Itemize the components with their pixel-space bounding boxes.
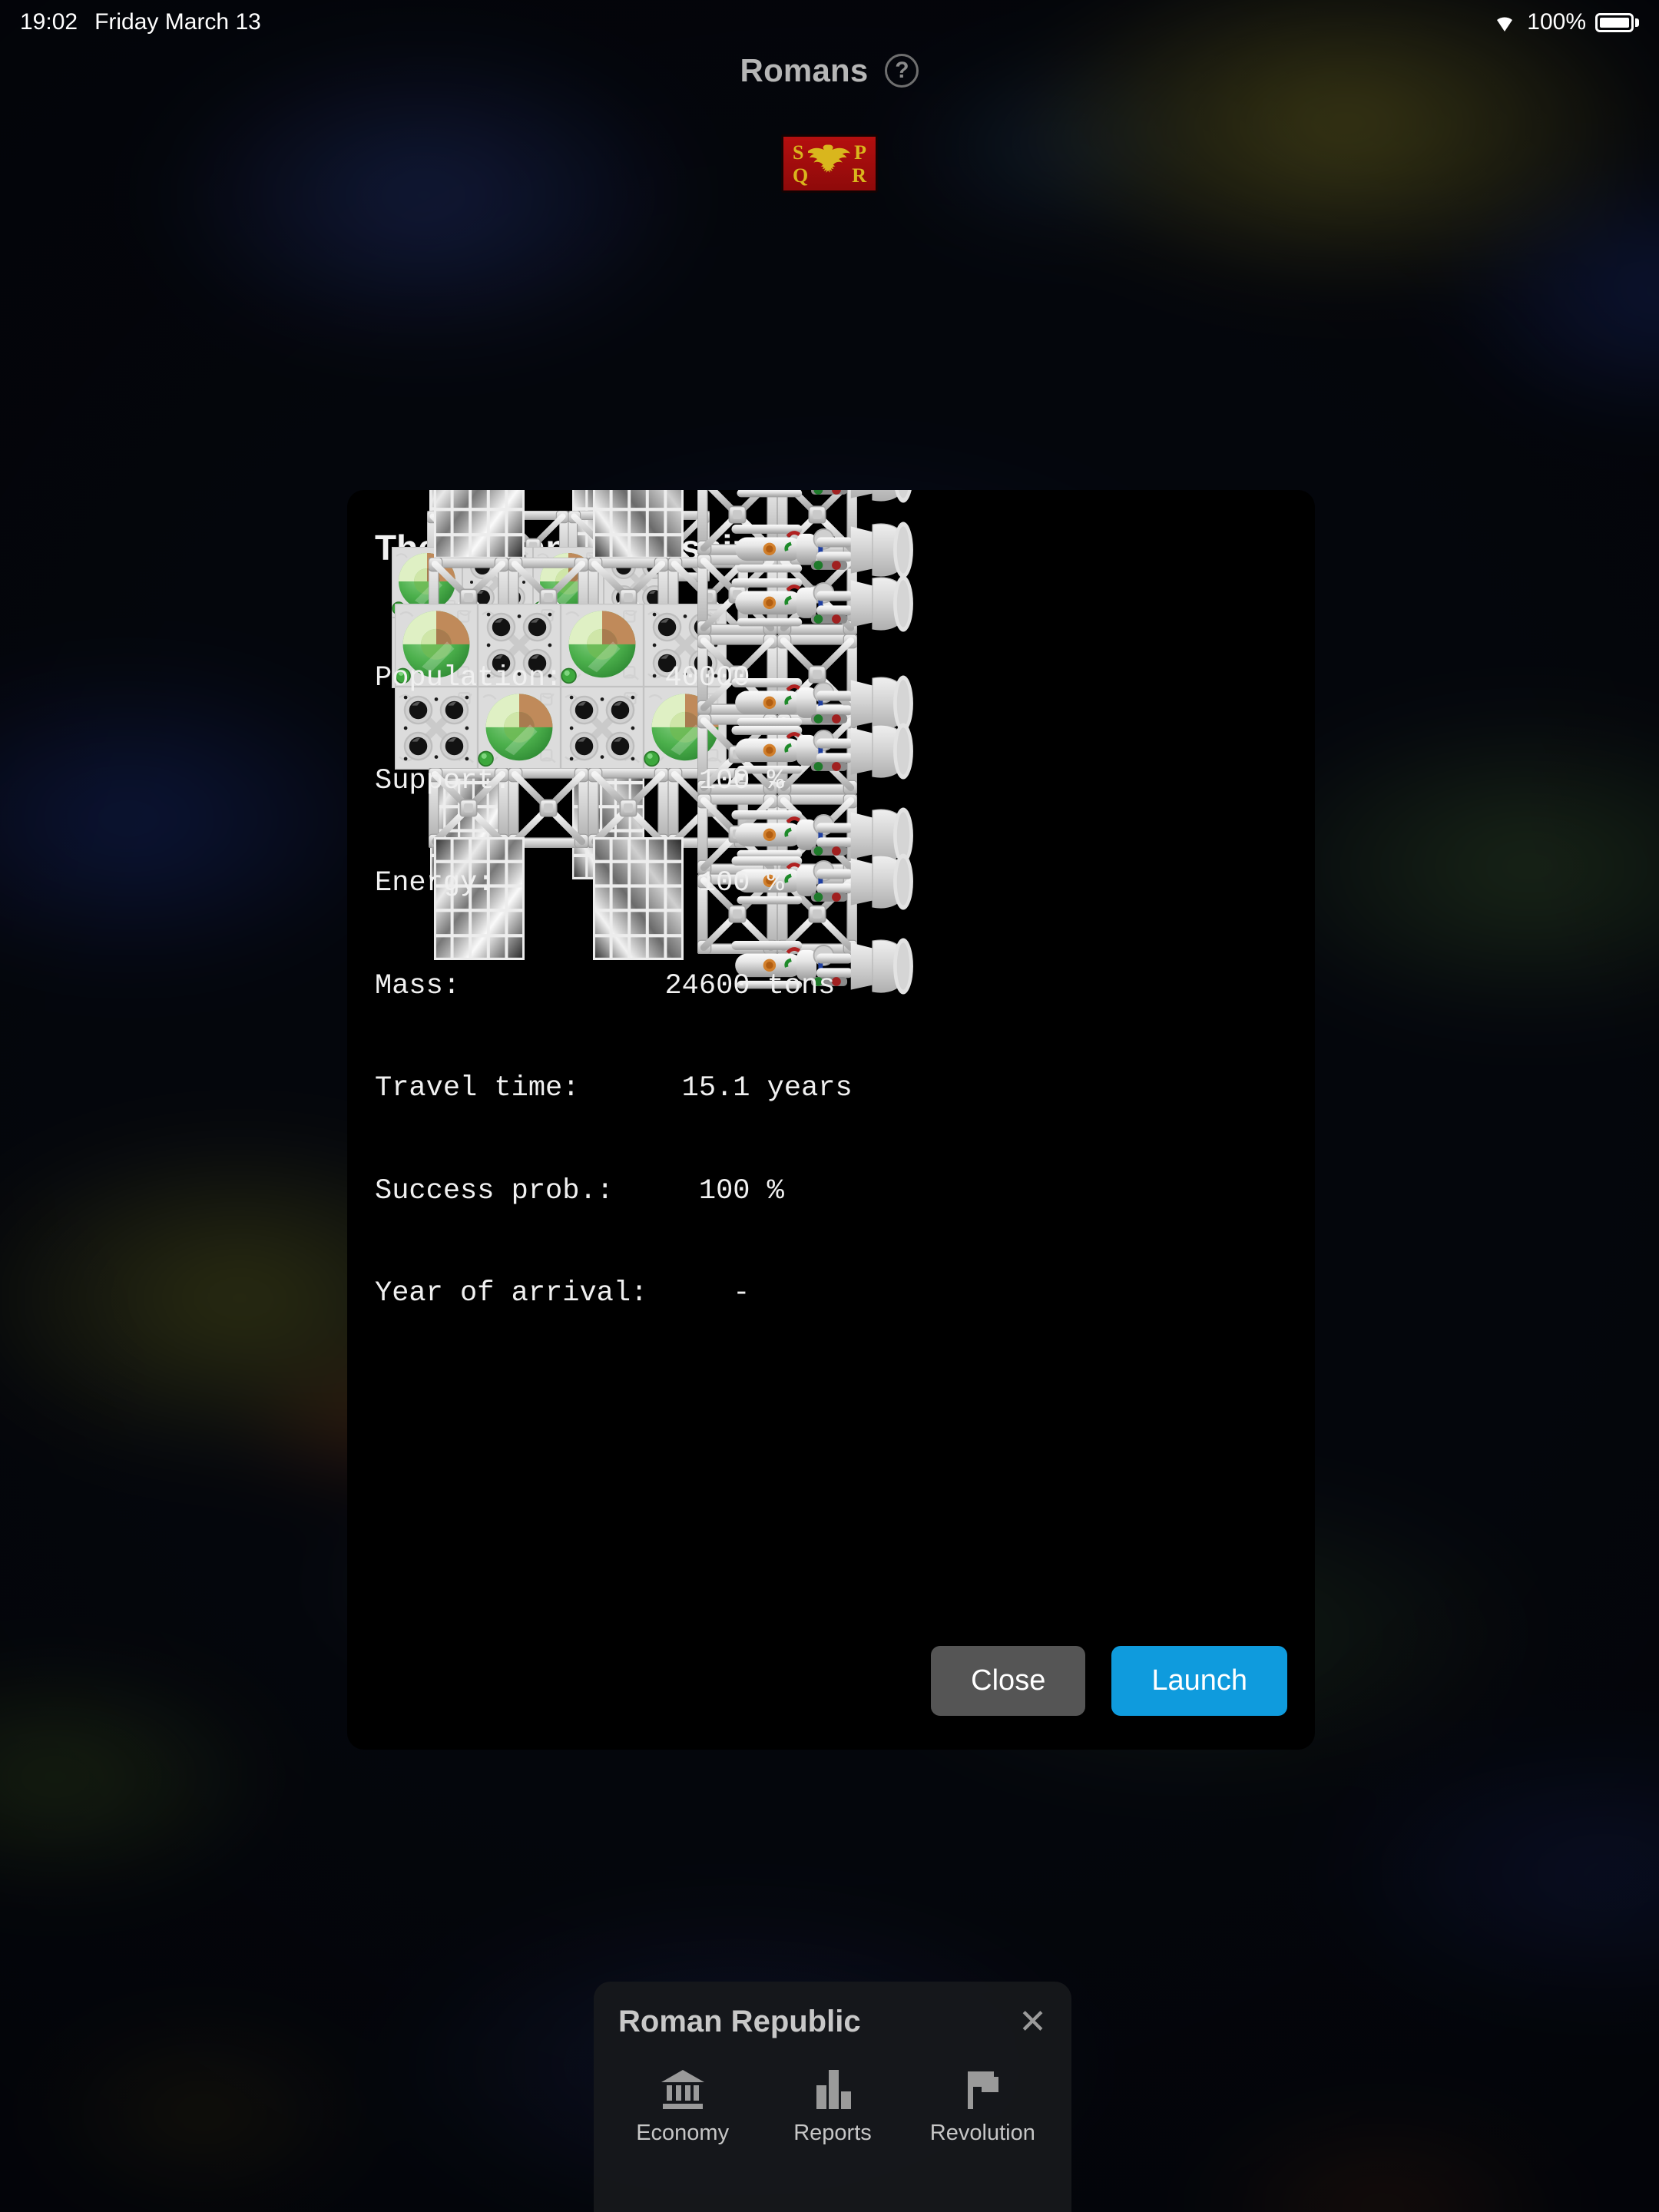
battery-percent: 100% bbox=[1527, 9, 1586, 35]
dialog-button-row: Close Launch bbox=[931, 1646, 1287, 1716]
panel-title: Roman Republic bbox=[618, 2005, 861, 2038]
page-title: Romans bbox=[740, 52, 869, 88]
help-label: ? bbox=[895, 58, 909, 83]
wifi-icon bbox=[1492, 12, 1518, 32]
roman-republic-panel: Roman Republic ✕ Economy Reports Revolut… bbox=[594, 1982, 1071, 2212]
help-circle-icon[interactable]: ? bbox=[885, 54, 919, 88]
battery-full-icon bbox=[1595, 12, 1639, 32]
stat-support: Support: 100 % bbox=[375, 764, 784, 797]
flag-letter-r: R bbox=[852, 164, 866, 187]
eagle-icon bbox=[806, 141, 851, 186]
bar-chart-icon bbox=[809, 2068, 856, 2110]
status-bar-right: 100% bbox=[1492, 9, 1639, 35]
stat-population: Population: 40000 bbox=[375, 662, 750, 694]
page-header: Romans ? bbox=[0, 52, 1659, 89]
panel-item-label-revolution: Revolution bbox=[929, 2121, 1035, 2145]
close-button[interactable]: Close bbox=[931, 1646, 1086, 1716]
panel-item-economy[interactable]: Economy bbox=[614, 2068, 752, 2146]
panel-header: Roman Republic ✕ bbox=[594, 1982, 1071, 2039]
flag-icon bbox=[959, 2068, 1006, 2110]
bank-icon bbox=[659, 2068, 707, 2110]
spaceship-stats: Population: 40000 Support: 100 % Energy:… bbox=[375, 593, 853, 1379]
flag-letter-p: P bbox=[854, 141, 866, 164]
status-bar-left: 19:02 Friday March 13 bbox=[20, 9, 261, 35]
flag-container: S P Q R bbox=[0, 134, 1659, 193]
status-time: 19:02 bbox=[20, 9, 78, 35]
status-bar: 19:02 Friday March 13 100% bbox=[0, 0, 1659, 45]
stat-mass: Mass: 24600 tons bbox=[375, 969, 836, 1002]
stat-travel-time: Travel time: 15.1 years bbox=[375, 1072, 853, 1104]
stat-success-prob: Success prob.: 100 % bbox=[375, 1174, 784, 1207]
status-date: Friday March 13 bbox=[94, 9, 261, 35]
launch-button[interactable]: Launch bbox=[1111, 1646, 1287, 1716]
flag-letter-s: S bbox=[793, 141, 804, 164]
app-root: 19:02 Friday March 13 100% Romans ? S P … bbox=[0, 0, 1659, 2212]
flag-letter-q: Q bbox=[793, 164, 809, 187]
spqr-flag[interactable]: S P Q R bbox=[781, 134, 878, 193]
panel-item-label-economy: Economy bbox=[636, 2121, 730, 2145]
panel-item-reports[interactable]: Reports bbox=[763, 2068, 902, 2146]
close-x-icon[interactable]: ✕ bbox=[1018, 2005, 1047, 2039]
panel-actions: Economy Reports Revolution bbox=[594, 2039, 1071, 2146]
spaceship-dialog: The Roman Spaceship Population: 40000 Su… bbox=[347, 490, 1315, 1750]
panel-item-label-reports: Reports bbox=[793, 2121, 872, 2145]
stat-energy: Energy: 100 % bbox=[375, 867, 784, 899]
panel-item-revolution[interactable]: Revolution bbox=[913, 2068, 1051, 2146]
dialog-title: The Roman Spaceship bbox=[375, 528, 754, 568]
stat-year-of-arrival: Year of arrival: - bbox=[375, 1277, 750, 1310]
